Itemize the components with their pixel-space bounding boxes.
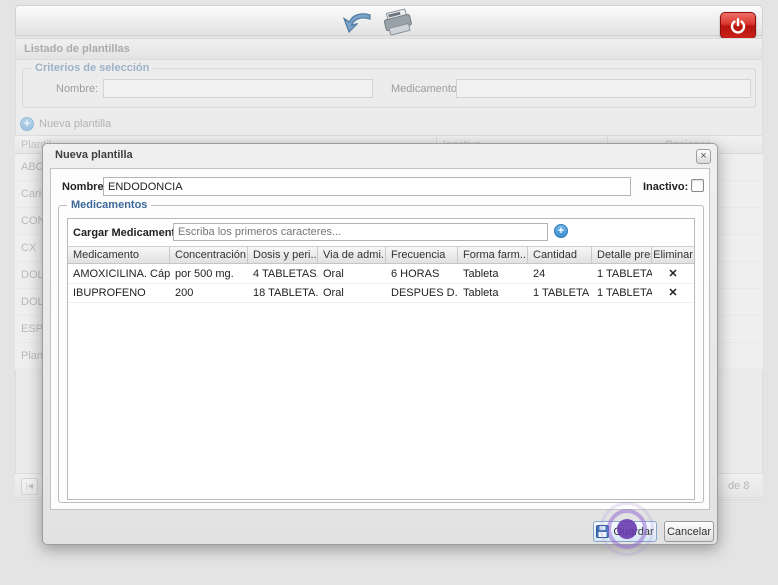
cell-via: Oral — [318, 284, 386, 302]
cancel-button[interactable]: Cancelar — [664, 521, 714, 542]
medications-panel: Cargar Medicamento: + Medicamento Concen… — [67, 218, 695, 500]
cell-cantidad: 24 — [528, 265, 592, 283]
col-via[interactable]: Via de admi... — [318, 247, 386, 263]
new-template-dialog: Nueva plantilla × Nombre: Inactivo: Medi… — [42, 143, 718, 545]
save-label: Guardar — [613, 526, 653, 538]
col-detalle[interactable]: Detalle pres... — [592, 247, 652, 263]
nombre-input[interactable] — [103, 177, 631, 196]
cell-frecuencia: 6 HORAS — [386, 265, 458, 283]
cell-detalle: 1 TABLETA ... — [592, 265, 652, 283]
cell-frecuencia: DESPUES D... — [386, 284, 458, 302]
cell-forma: Tableta — [458, 284, 528, 302]
back-icon[interactable] — [339, 6, 375, 42]
cell-medicamento: AMOXICILINA. Cáps... — [68, 265, 170, 283]
col-frecuencia[interactable]: Frecuencia — [386, 247, 458, 263]
dialog-body: Nombre: Inactivo: Medicamentos Cargar Me… — [50, 168, 710, 510]
cell-cantidad: 1 TABLETA — [528, 284, 592, 302]
medications-fieldset: Medicamentos Cargar Medicamento: + Medic… — [58, 205, 704, 503]
cell-concentracion: por 500 mg. — [170, 265, 248, 283]
cell-medicamento: IBUPROFENO — [68, 284, 170, 302]
inactivo-checkbox[interactable] — [691, 179, 704, 192]
col-medicamento[interactable]: Medicamento — [68, 247, 170, 263]
cell-dosis: 18 TABLETA... — [248, 284, 318, 302]
cell-dosis: 4 TABLETAS... — [248, 265, 318, 283]
add-medication-icon[interactable]: + — [554, 224, 568, 238]
col-forma[interactable]: Forma farm... — [458, 247, 528, 263]
cargar-medicamento-label: Cargar Medicamento: — [73, 227, 185, 239]
cancel-label: Cancelar — [667, 526, 711, 538]
inactivo-label: Inactivo: — [643, 181, 688, 193]
col-cantidad[interactable]: Cantidad — [528, 247, 592, 263]
cell-detalle: 1 TABLETA ... — [592, 284, 652, 302]
col-concentracion[interactable]: Concentración — [170, 247, 248, 263]
close-icon[interactable]: × — [696, 149, 711, 164]
save-icon — [596, 525, 609, 538]
cell-concentracion: 200 — [170, 284, 248, 302]
nombre-label: Nombre: — [62, 181, 107, 193]
cell-via: Oral — [318, 265, 386, 283]
dialog-title: Nueva plantilla — [55, 149, 133, 161]
medication-row[interactable]: IBUPROFENO 200 18 TABLETA... Oral DESPUE… — [68, 284, 694, 303]
col-eliminar: Eliminar — [652, 247, 694, 263]
delete-row-icon[interactable]: ✕ — [652, 284, 694, 302]
power-button[interactable] — [720, 12, 756, 39]
medication-row[interactable]: AMOXICILINA. Cáps... por 500 mg. 4 TABLE… — [68, 265, 694, 284]
cargar-medicamento-input[interactable] — [173, 223, 548, 241]
save-button[interactable]: Guardar — [593, 521, 657, 542]
medications-legend: Medicamentos — [67, 199, 151, 211]
cell-forma: Tableta — [458, 265, 528, 283]
col-dosis[interactable]: Dosis y peri... — [248, 247, 318, 263]
delete-row-icon[interactable]: ✕ — [652, 265, 694, 283]
medications-table-header: Medicamento Concentración Dosis y peri..… — [68, 246, 694, 264]
top-toolbar — [15, 5, 763, 36]
